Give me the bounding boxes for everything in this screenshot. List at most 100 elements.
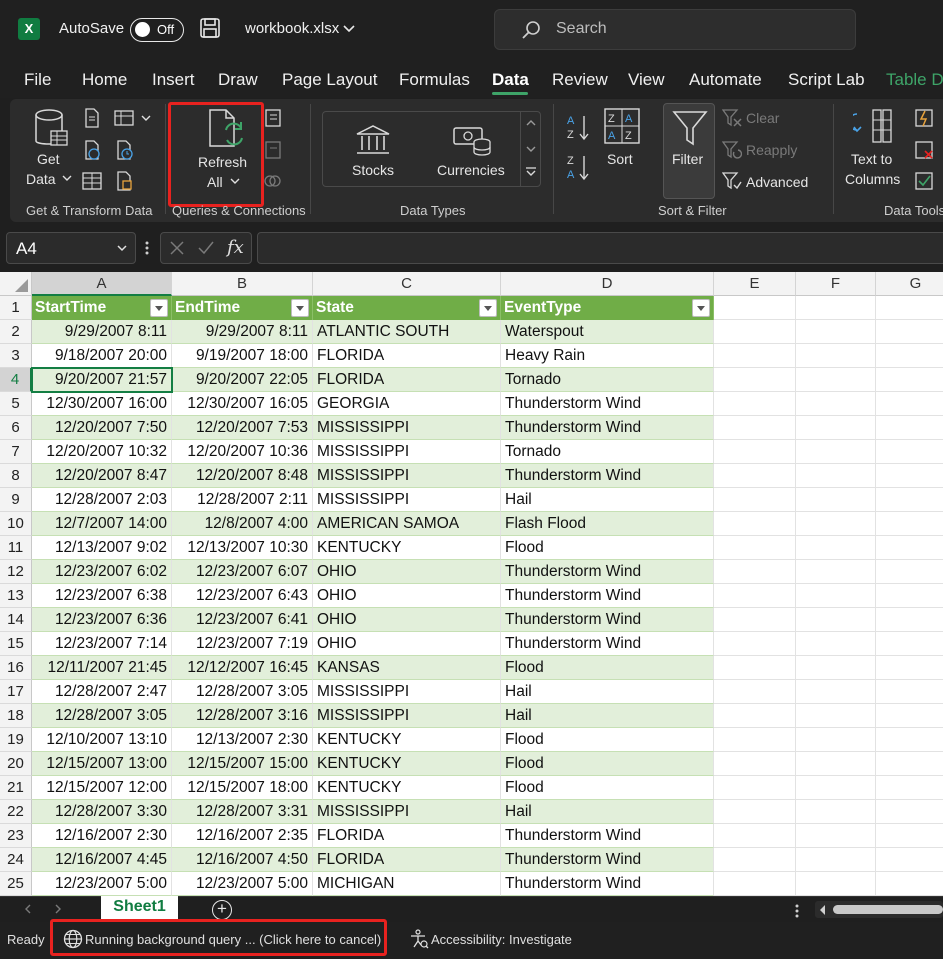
table-cell[interactable]: KENTUCKY: [313, 728, 501, 752]
select-all-corner[interactable]: [0, 272, 32, 296]
empty-cell[interactable]: [796, 728, 876, 752]
scroll-down-icon[interactable]: [525, 144, 537, 154]
filter-dropdown-icon[interactable]: [479, 299, 497, 317]
row-header-7[interactable]: 7: [0, 440, 32, 464]
table-cell[interactable]: 12/15/2007 13:00: [32, 752, 172, 776]
table-cell[interactable]: 12/11/2007 21:45: [32, 656, 172, 680]
table-cell[interactable]: GEORGIA: [313, 392, 501, 416]
row-header-1[interactable]: 1: [0, 296, 32, 320]
table-cell[interactable]: 12/15/2007 18:00: [172, 776, 313, 800]
table-cell[interactable]: Heavy Rain: [501, 344, 714, 368]
advanced-label[interactable]: Advanced: [746, 174, 808, 190]
data-validation-icon[interactable]: [914, 171, 934, 191]
table-cell[interactable]: Flash Flood: [501, 512, 714, 536]
row-header-23[interactable]: 23: [0, 824, 32, 848]
table-cell[interactable]: 12/20/2007 7:53: [172, 416, 313, 440]
empty-cell[interactable]: [876, 752, 943, 776]
recent-sources-icon[interactable]: [114, 140, 134, 160]
empty-cell[interactable]: [876, 416, 943, 440]
column-header-b[interactable]: B: [172, 272, 313, 296]
scroll-left-icon[interactable]: [819, 905, 827, 915]
empty-cell[interactable]: [876, 680, 943, 704]
table-cell[interactable]: Thunderstorm Wind: [501, 632, 714, 656]
empty-cell[interactable]: [796, 800, 876, 824]
properties-icon[interactable]: [262, 140, 282, 160]
row-header-22[interactable]: 22: [0, 800, 32, 824]
table-cell[interactable]: 12/23/2007 6:38: [32, 584, 172, 608]
name-box[interactable]: A4: [6, 232, 136, 264]
table-cell[interactable]: 9/19/2007 18:00: [172, 344, 313, 368]
empty-cell[interactable]: [714, 320, 796, 344]
empty-cell[interactable]: [876, 608, 943, 632]
empty-cell[interactable]: [714, 416, 796, 440]
reapply-icon[interactable]: [722, 140, 742, 160]
row-header-17[interactable]: 17: [0, 680, 32, 704]
table-cell[interactable]: 12/20/2007 8:48: [172, 464, 313, 488]
table-cell[interactable]: Hail: [501, 680, 714, 704]
table-cell[interactable]: 12/16/2007 2:30: [32, 824, 172, 848]
clear-filter-icon[interactable]: [722, 108, 742, 128]
table-cell[interactable]: Flood: [501, 752, 714, 776]
table-cell[interactable]: 12/13/2007 2:30: [172, 728, 313, 752]
row-header-20[interactable]: 20: [0, 752, 32, 776]
table-cell[interactable]: Hail: [501, 704, 714, 728]
empty-cell[interactable]: [714, 872, 796, 896]
empty-cell[interactable]: [796, 824, 876, 848]
tab-formulas[interactable]: Formulas: [399, 70, 470, 90]
autosave-toggle[interactable]: Off: [130, 18, 184, 42]
table-cell[interactable]: MISSISSIPPI: [313, 488, 501, 512]
empty-cell[interactable]: [796, 608, 876, 632]
add-sheet-icon[interactable]: +: [212, 900, 232, 920]
empty-cell[interactable]: [714, 656, 796, 680]
accessibility-status[interactable]: Accessibility: Investigate: [431, 932, 572, 947]
empty-cell[interactable]: [714, 464, 796, 488]
table-cell[interactable]: MISSISSIPPI: [313, 464, 501, 488]
sort-az-icon[interactable]: A Z: [566, 112, 592, 142]
table-cell[interactable]: 9/29/2007 8:11: [172, 320, 313, 344]
table-cell[interactable]: 12/23/2007 6:07: [172, 560, 313, 584]
table-cell[interactable]: Waterspout: [501, 320, 714, 344]
table-cell[interactable]: Hail: [501, 488, 714, 512]
table-cell[interactable]: 12/23/2007 7:19: [172, 632, 313, 656]
table-cell[interactable]: Tornado: [501, 440, 714, 464]
table-header-endtime[interactable]: EndTime: [172, 296, 313, 320]
column-header-a[interactable]: A: [32, 272, 172, 296]
filter-dropdown-icon[interactable]: [291, 299, 309, 317]
empty-cell[interactable]: [796, 536, 876, 560]
from-table-icon[interactable]: [114, 108, 134, 128]
tab-automate[interactable]: Automate: [689, 70, 762, 90]
tab-review[interactable]: Review: [552, 70, 608, 90]
tab-view[interactable]: View: [628, 70, 665, 90]
table-cell[interactable]: MISSISSIPPI: [313, 704, 501, 728]
table-cell[interactable]: OHIO: [313, 632, 501, 656]
prev-sheet-icon[interactable]: [24, 904, 32, 914]
table-cell[interactable]: 12/20/2007 10:32: [32, 440, 172, 464]
table-cell[interactable]: 9/20/2007 22:05: [172, 368, 313, 392]
table-cell[interactable]: 12/7/2007 14:00: [32, 512, 172, 536]
empty-cell[interactable]: [714, 296, 796, 320]
empty-cell[interactable]: [796, 752, 876, 776]
advanced-filter-icon[interactable]: [722, 171, 742, 191]
table-cell[interactable]: Thunderstorm Wind: [501, 872, 714, 896]
table-cell[interactable]: 12/30/2007 16:00: [32, 392, 172, 416]
empty-cell[interactable]: [876, 296, 943, 320]
empty-cell[interactable]: [796, 872, 876, 896]
table-cell[interactable]: 12/16/2007 4:50: [172, 848, 313, 872]
row-header-19[interactable]: 19: [0, 728, 32, 752]
table-cell[interactable]: KENTUCKY: [313, 752, 501, 776]
column-header-c[interactable]: C: [313, 272, 501, 296]
row-header-9[interactable]: 9: [0, 488, 32, 512]
empty-cell[interactable]: [876, 464, 943, 488]
tab-data[interactable]: Data: [492, 70, 529, 90]
empty-cell[interactable]: [714, 680, 796, 704]
table-header-state[interactable]: State: [313, 296, 501, 320]
empty-cell[interactable]: [714, 728, 796, 752]
horizontal-scrollbar[interactable]: [815, 901, 943, 918]
reapply-label[interactable]: Reapply: [746, 142, 797, 158]
row-header-12[interactable]: 12: [0, 560, 32, 584]
empty-cell[interactable]: [796, 560, 876, 584]
row-header-3[interactable]: 3: [0, 344, 32, 368]
table-cell[interactable]: 12/20/2007 10:36: [172, 440, 313, 464]
sort-za-icon[interactable]: Z A: [566, 152, 592, 182]
table-cell[interactable]: MISSISSIPPI: [313, 680, 501, 704]
